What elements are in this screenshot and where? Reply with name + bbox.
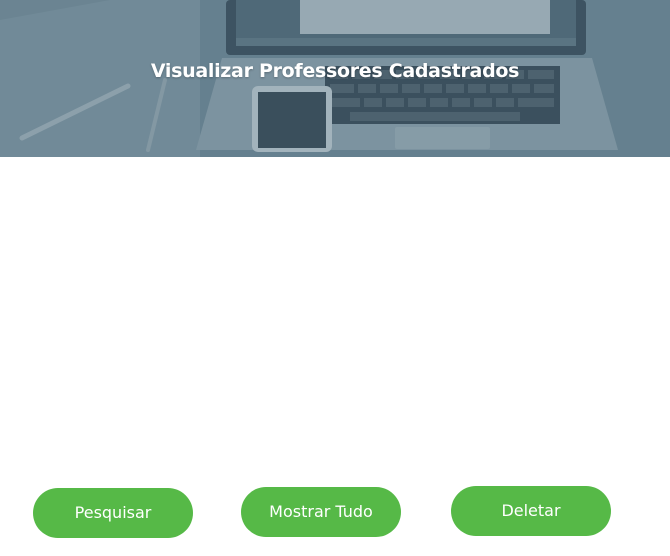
search-button[interactable]: Pesquisar bbox=[33, 488, 193, 538]
page-title: Visualizar Professores Cadastrados bbox=[150, 60, 520, 82]
show-all-button[interactable]: Mostrar Tudo bbox=[241, 487, 401, 537]
delete-button[interactable]: Deletar bbox=[451, 486, 611, 536]
hero-banner: Visualizar Professores Cadastrados bbox=[0, 0, 670, 157]
page: Visualizar Professores Cadastrados Pesqu… bbox=[0, 0, 670, 556]
